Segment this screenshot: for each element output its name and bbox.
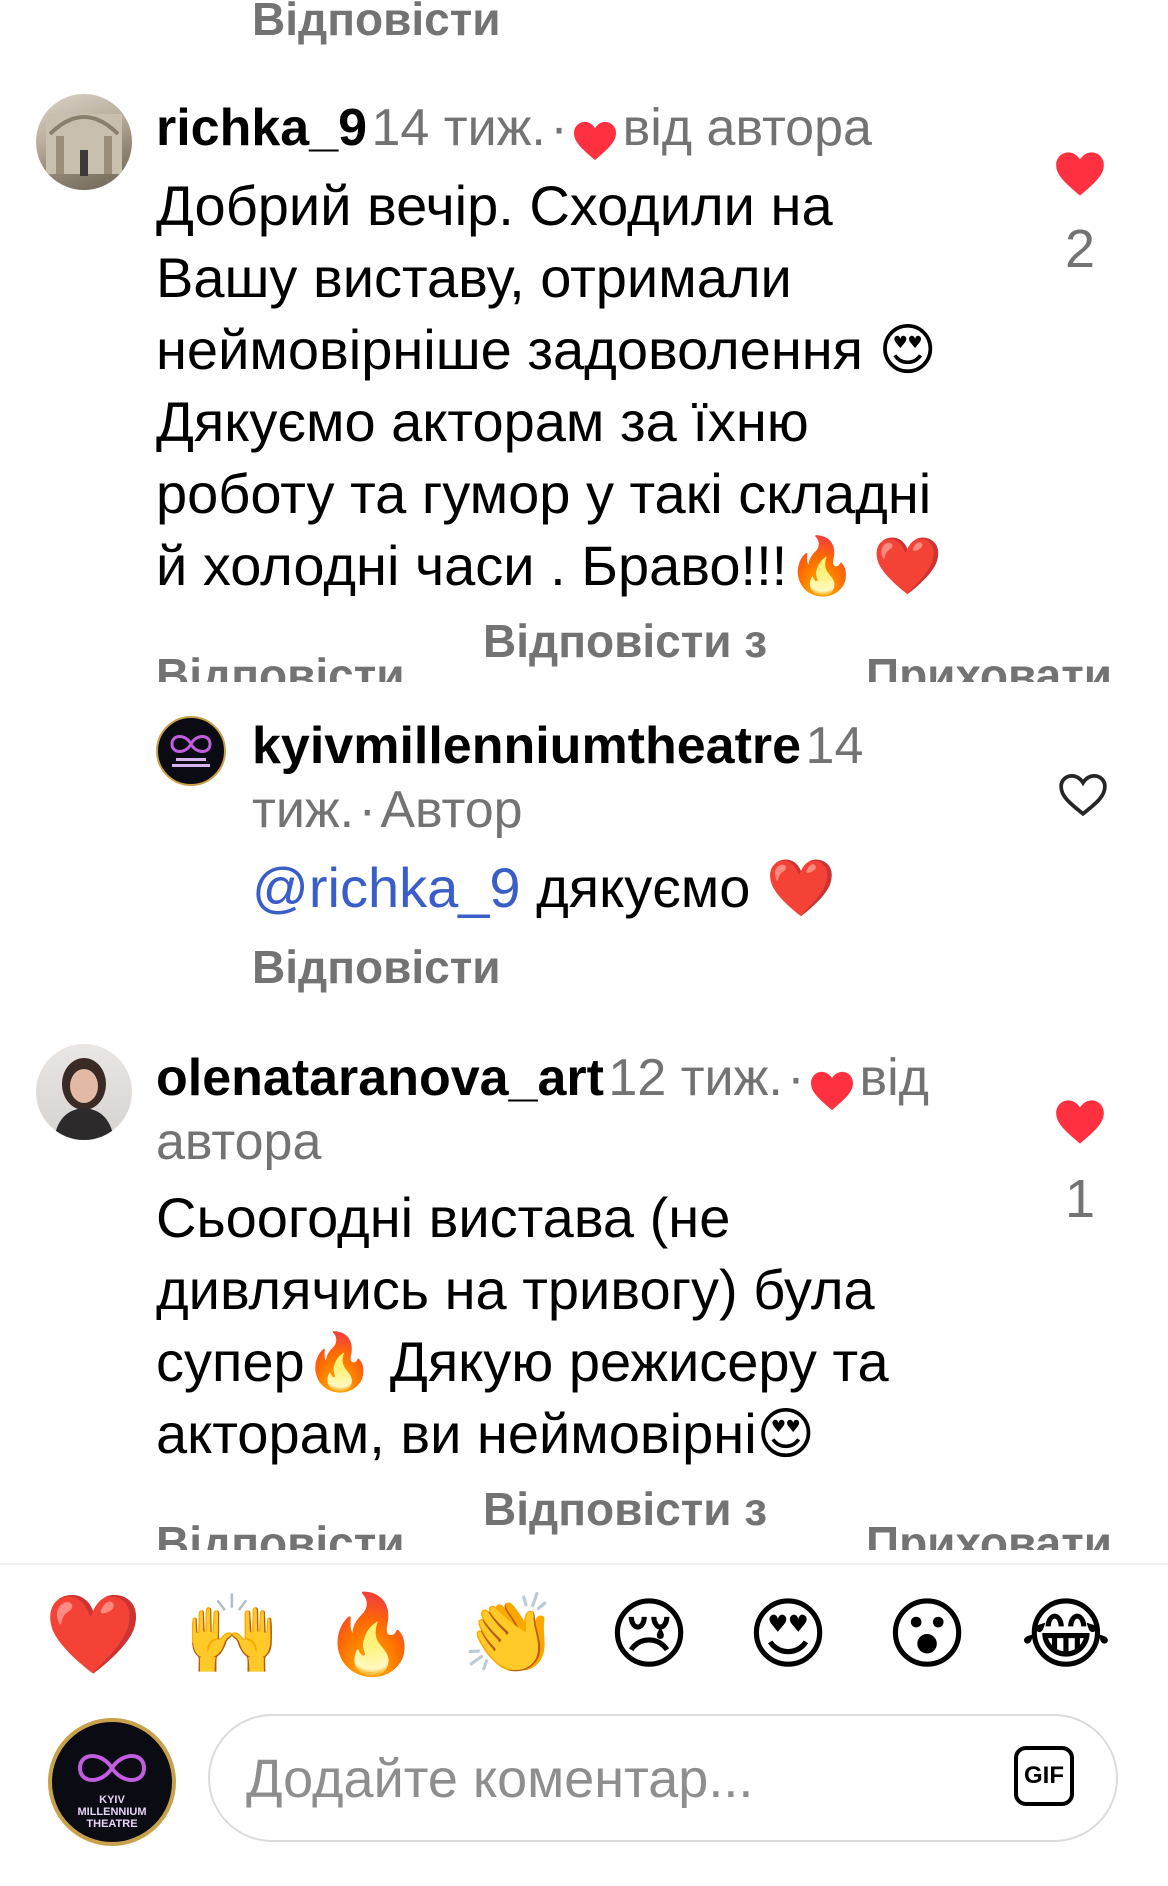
reaction-heart-icon[interactable]: ❤️ [43,1590,143,1680]
comment-line: Вашу виставу, отримали [156,246,792,309]
separator-dot: · [550,99,568,157]
username[interactable]: olenataranova_art [156,1049,604,1107]
reply-with-button[interactable]: Відповісти з [483,614,767,668]
comment-line: дивлячись на тривогу) була [156,1258,875,1321]
reaction-fire-icon[interactable]: 🔥 [321,1590,421,1680]
reply-text: @richka_9 дякуємо ❤️ [252,852,836,924]
username[interactable]: richka_9 [156,99,367,157]
separator-dot: · [358,781,376,839]
comment-header: richka_9 14 тиж. · від автора [156,96,872,173]
like-heart-icon[interactable] [1054,150,1106,198]
comment-text: Сьоогодні вистава (не дивлячись на триво… [156,1182,1016,1470]
like-count: 2 [1064,219,1096,279]
avatar[interactable] [36,94,132,190]
reply-button[interactable]: Відповісти [252,0,501,46]
avatar[interactable] [36,1044,132,1140]
reply-button[interactable]: Відповісти [252,940,501,994]
reply-button[interactable]: Відповісти [156,1516,405,1550]
author-avatar[interactable] [156,716,226,786]
like-heart-outline-icon[interactable] [1058,772,1108,818]
reaction-surprised-icon[interactable]: 😮 [877,1590,977,1680]
comment-line: роботу та гумор у такі складні [156,462,932,525]
composer-avatar: KYIV MILLENNIUM THEATRE [48,1718,176,1846]
timestamp: 14 [805,717,864,775]
logo-text-line: THEATRE [86,1818,138,1830]
logo-text: KYIV MILLENNIUM THEATRE [52,1794,172,1830]
reply-button[interactable]: Відповісти [156,648,405,682]
logo-text-line: MILLENNIUM [77,1806,147,1818]
liked-by-author-label: автора [156,1113,322,1171]
avatar-photo-icon [54,1058,114,1140]
reaction-crying-icon[interactable]: 😢 [599,1590,699,1680]
comment-line: й холодні часи . Браво!!!🔥 ❤️ [156,534,943,597]
reaction-clapping-icon[interactable]: 👏 [460,1590,560,1680]
mention-link[interactable]: @richka_9 [252,856,521,919]
comment-actions: Відповісти Відповісти з Приховати [0,1482,1168,1550]
like-heart-icon[interactable] [1054,1098,1106,1146]
liked-by-author-label: від [859,1049,930,1107]
timestamp-unit: тиж. [252,781,355,839]
comment-line: Сьоогодні вистава (не [156,1186,731,1249]
avatar-photo-icon [46,114,122,176]
comment-line: Дякуємо акторам за їхню [156,390,809,453]
heart-filled-icon [574,121,617,160]
theatre-logo-icon [170,735,212,767]
hide-button[interactable]: Приховати [866,1516,1112,1550]
liked-by-author-label: від автора [622,99,872,157]
logo-text-line: KYIV [99,1794,125,1806]
comment-actions: Відповісти Відповісти з Приховати [0,614,1168,682]
divider [0,1563,1168,1565]
hide-button[interactable]: Приховати [866,648,1112,682]
reply-text-body: дякуємо ❤️ [520,856,836,919]
comment-line: неймовірніше задоволення 😍 [156,318,937,381]
separator-dot: · [787,1049,805,1107]
reaction-raised-hands-icon[interactable]: 🙌 [182,1590,282,1680]
reply-with-button[interactable]: Відповісти з [483,1482,767,1536]
comment-line: Добрий вечір. Сходили на [156,174,833,237]
gif-button[interactable]: GIF [1014,1746,1074,1806]
like-count: 1 [1064,1169,1096,1229]
reaction-heart-eyes-icon[interactable]: 😍 [738,1590,838,1680]
author-badge: Автор [380,781,523,839]
timestamp: 14 тиж. [371,99,546,157]
username[interactable]: kyivmillenniumtheatre [252,717,801,775]
comment-input[interactable]: Додайте коментар... GIF [208,1714,1118,1842]
reaction-laughing-icon[interactable]: 😂 [1016,1590,1116,1680]
comment-line: акторам, ви неймовірні😍 [156,1402,816,1465]
comment-line: супер🔥 Дякую режисеру та [156,1330,889,1393]
heart-filled-icon [811,1071,854,1110]
comment-text: Добрий вечір. Сходили на Вашу виставу, о… [156,170,1016,602]
timestamp: 12 тиж. [608,1049,783,1107]
comment-input-placeholder: Додайте коментар... [246,1749,754,1809]
reply-meta: тиж. · Автор [252,778,523,855]
